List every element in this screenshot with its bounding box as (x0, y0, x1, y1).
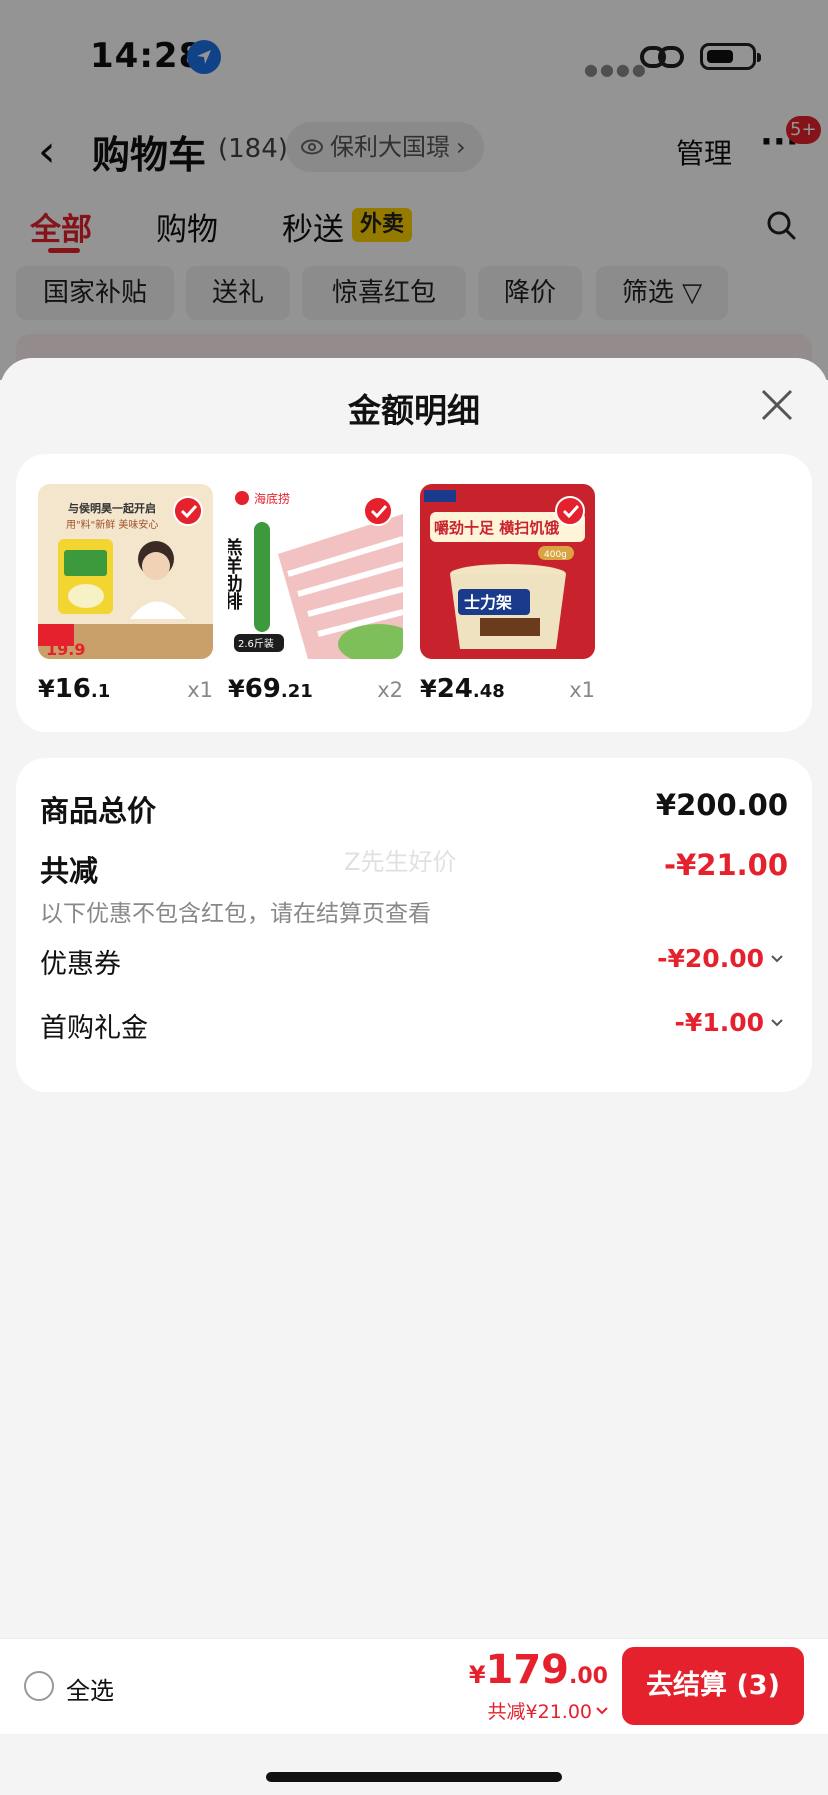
coupon-label: 优惠券 (40, 949, 121, 980)
discount-note: 以下优惠不包含红包，请在结算页查看 (40, 901, 431, 927)
chevron-down-icon (771, 954, 783, 962)
select-all-radio[interactable] (24, 1671, 54, 1701)
total-price: ¥179.00 (468, 1647, 608, 1693)
checkout-bar: 全选 ¥179.00 共减¥21.00 去结算 (3) (0, 1638, 828, 1734)
checkout-button[interactable]: 去结算 (3) (622, 1647, 804, 1725)
product-2-name: 羔羊肋排 (228, 537, 243, 610)
product-1-image-price: 19.9 (46, 640, 85, 659)
total-discount-toggle[interactable]: 共减¥21.00 (488, 1697, 608, 1724)
price-summary-card: 商品总价 ¥200.00 Z先生好价 共减 -¥21.00 以下优惠不包含红包，… (16, 758, 812, 1092)
products-card: 与侯明昊一起开启 用"料"新鲜 美味安心 19.9 ¥16.1 x1 海底捞 羔… (16, 454, 812, 732)
sheet-title: 金额明细 (348, 391, 480, 430)
coupon-value: -¥20.00 (657, 944, 764, 973)
close-icon[interactable] (760, 388, 794, 426)
first-purchase-gift-label: 首购礼金 (40, 1013, 148, 1044)
discount-value: -¥21.00 (664, 848, 788, 882)
select-all-label[interactable]: 全选 (66, 1671, 114, 1706)
modal-overlay[interactable] (0, 0, 828, 380)
product-qty: x1 (187, 678, 213, 702)
discount-label: 共减 (40, 854, 99, 888)
product-qty: x2 (377, 678, 403, 702)
selected-check-icon (363, 496, 393, 526)
total-discount: 共减¥21.00 (487, 1701, 592, 1723)
total-label: 商品总价 (40, 794, 157, 828)
product-3-slogan: 嚼劲十足 横扫饥饿 (434, 519, 559, 537)
product-2-weight: 2.6斤装 (238, 637, 274, 650)
chevron-down-icon (596, 1706, 608, 1714)
chevron-down-icon (771, 1018, 783, 1026)
home-indicator (266, 1772, 562, 1782)
product-qty: x1 (569, 678, 595, 702)
gift-value: -¥1.00 (674, 1008, 764, 1037)
coupon-row-toggle[interactable]: -¥20.00 (657, 944, 784, 973)
product-price: ¥24.48 (420, 674, 505, 704)
product-3-brand: 士力架 (464, 593, 512, 612)
product-1-headline: 与侯明昊一起开启 (68, 501, 156, 515)
selected-check-icon (173, 496, 203, 526)
product-price: ¥16.1 (38, 674, 111, 704)
product-1-tagline: 用"料"新鲜 美味安心 (66, 518, 158, 531)
watermark: Z先生好价 (344, 848, 457, 876)
product-2-brand: 海底捞 (254, 491, 290, 506)
product-3-weight: 400g (544, 550, 567, 560)
amount-detail-sheet: 金额明细 与侯明昊一起开启 用"料"新鲜 美味安心 19.9 ¥16.1 x1 … (0, 358, 828, 1795)
gift-row-toggle[interactable]: -¥1.00 (675, 1008, 784, 1037)
selected-check-icon (555, 496, 585, 526)
product-price: ¥69.21 (228, 674, 313, 704)
total-value: ¥200.00 (655, 788, 788, 822)
